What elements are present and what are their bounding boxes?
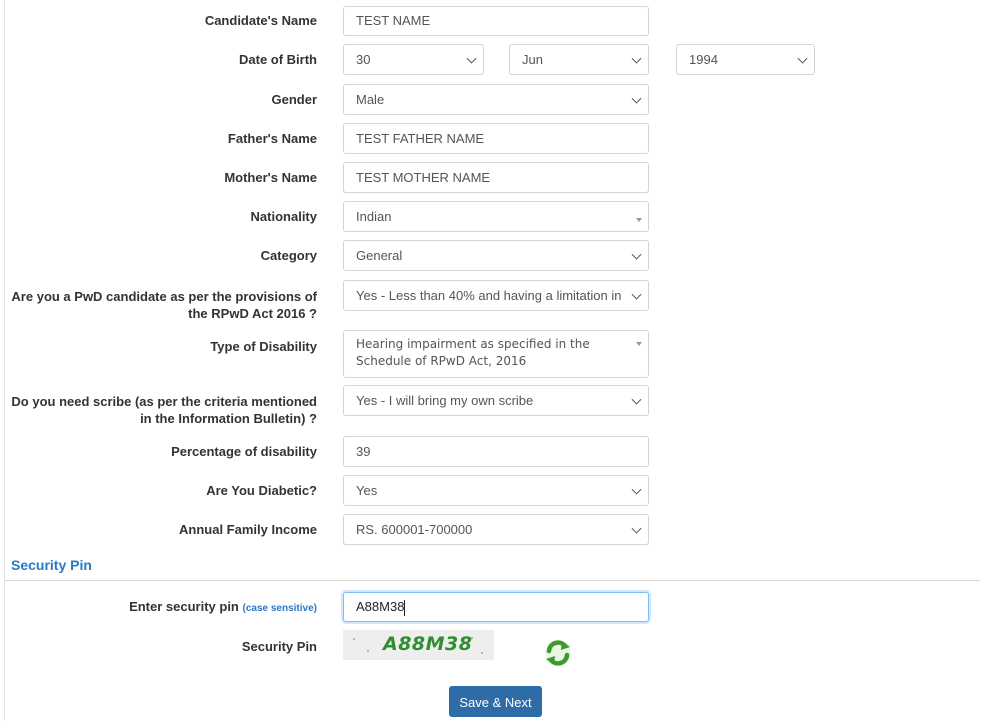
- gender-value: Male: [356, 92, 385, 107]
- income-value: RS. 600001-700000: [356, 522, 473, 537]
- captcha-noise: [353, 638, 355, 640]
- disability-percentage-value: 39: [356, 444, 371, 459]
- income-label: Annual Family Income: [179, 522, 317, 537]
- security-input-label-text: Enter security pin: [129, 599, 239, 614]
- row-scribe: Do you need scribe (as per the criteria …: [0, 385, 983, 427]
- chevron-down-icon: [631, 523, 642, 534]
- row-category: Category General: [0, 240, 983, 271]
- row-father-name: Father's Name TEST FATHER NAME: [0, 123, 983, 154]
- chevron-down-icon: [631, 289, 642, 300]
- nationality-select[interactable]: Indian: [343, 201, 649, 232]
- chevron-down-icon: [631, 249, 642, 260]
- security-pin-value: A88M38: [356, 599, 405, 614]
- scribe-value: Yes - I will bring my own scribe: [356, 393, 534, 408]
- row-security-input: Enter security pin (case sensitive) A88M…: [0, 592, 983, 622]
- mother-name-label: Mother's Name: [224, 170, 317, 185]
- save-next-button[interactable]: Save & Next: [449, 686, 542, 717]
- row-diabetic: Are You Diabetic? Yes: [0, 475, 983, 506]
- chevron-down-icon: [631, 394, 642, 405]
- row-disability-percentage: Percentage of disability 39: [0, 436, 983, 467]
- row-disability-type: Type of Disability Hearing impairment as…: [0, 330, 983, 378]
- father-name-input[interactable]: TEST FATHER NAME: [343, 123, 649, 154]
- mother-name-input[interactable]: TEST MOTHER NAME: [343, 162, 649, 193]
- row-income: Annual Family Income RS. 600001-700000: [0, 514, 983, 545]
- nationality-value: Indian: [356, 209, 392, 224]
- scribe-select[interactable]: Yes - I will bring my own scribe: [343, 385, 649, 416]
- row-pwd: Are you a PwD candidate as per the provi…: [0, 280, 983, 322]
- dob-day-select[interactable]: 30: [343, 44, 484, 75]
- nationality-label: Nationality: [250, 209, 317, 224]
- father-name-value: TEST FATHER NAME: [356, 131, 485, 146]
- row-nationality: Nationality Indian: [0, 201, 983, 232]
- security-section-title: Security Pin: [11, 557, 92, 573]
- category-label: Category: [260, 248, 317, 263]
- candidate-name-value: TEST NAME: [356, 13, 431, 28]
- captcha-noise: [481, 652, 483, 654]
- diabetic-label: Are You Diabetic?: [206, 483, 317, 498]
- candidate-name-input[interactable]: TEST NAME: [343, 6, 649, 36]
- category-select[interactable]: General: [343, 240, 649, 271]
- pwd-label-line2: the RPwD Act 2016 ?: [188, 306, 317, 321]
- gender-select[interactable]: Male: [343, 84, 649, 115]
- chevron-down-icon: [631, 484, 642, 495]
- refresh-icon[interactable]: [543, 638, 573, 668]
- captcha-image: A88M38: [343, 630, 494, 660]
- caret-down-icon: [636, 342, 642, 346]
- security-pin-input[interactable]: A88M38: [343, 592, 649, 622]
- dob-month-select[interactable]: Jun: [509, 44, 649, 75]
- chevron-down-icon: [466, 53, 477, 64]
- security-pin-label: Security Pin: [241, 639, 317, 654]
- income-select[interactable]: RS. 600001-700000: [343, 514, 649, 545]
- captcha-noise: [367, 650, 369, 652]
- case-sensitive-hint: (case sensitive): [242, 603, 318, 614]
- disability-type-value-line1: Hearing impairment as specified in the: [356, 337, 590, 351]
- row-mother-name: Mother's Name TEST MOTHER NAME: [0, 162, 983, 193]
- dob-label: Date of Birth: [239, 52, 317, 67]
- disability-percentage-input[interactable]: 39: [343, 436, 649, 467]
- disability-percentage-label: Percentage of disability: [171, 444, 317, 459]
- disability-type-label: Type of Disability: [210, 339, 317, 354]
- text-cursor: [404, 599, 406, 616]
- pwd-label-line1: Are you a PwD candidate as per the provi…: [11, 289, 317, 304]
- captcha-text: A88M38: [383, 633, 473, 655]
- chevron-down-icon: [797, 53, 808, 64]
- scribe-label-line1: Do you need scribe (as per the criteria …: [11, 394, 317, 409]
- disability-type-value-line2: Schedule of RPwD Act, 2016: [356, 354, 527, 368]
- dob-year-value: 1994: [689, 52, 718, 67]
- pwd-select[interactable]: Yes - Less than 40% and having a limitat…: [343, 280, 649, 311]
- scribe-label-line2: in the Information Bulletin) ?: [140, 411, 317, 426]
- dob-day-value: 30: [356, 52, 371, 67]
- pwd-value: Yes - Less than 40% and having a limitat…: [356, 288, 622, 303]
- pwd-label: Are you a PwD candidate as per the provi…: [11, 288, 317, 322]
- chevron-down-icon: [631, 93, 642, 104]
- candidate-name-label: Candidate's Name: [204, 13, 317, 28]
- category-value: General: [356, 248, 403, 263]
- chevron-down-icon: [631, 53, 642, 64]
- dob-year-select[interactable]: 1994: [676, 44, 815, 75]
- security-input-label: Enter security pin (case sensitive): [129, 598, 317, 617]
- diabetic-value: Yes: [356, 483, 378, 498]
- row-gender: Gender Male: [0, 84, 983, 115]
- section-divider: [5, 580, 980, 581]
- dob-month-value: Jun: [522, 52, 543, 67]
- row-candidate-name: Candidate's Name TEST NAME: [0, 6, 983, 36]
- diabetic-select[interactable]: Yes: [343, 475, 649, 506]
- disability-type-select[interactable]: Hearing impairment as specified in the S…: [343, 330, 649, 378]
- father-name-label: Father's Name: [227, 131, 317, 146]
- gender-label: Gender: [271, 92, 317, 107]
- caret-down-icon: [636, 217, 642, 222]
- row-date-of-birth: Date of Birth 30 Jun 1994: [0, 44, 983, 75]
- mother-name-value: TEST MOTHER NAME: [356, 170, 491, 185]
- scribe-label: Do you need scribe (as per the criteria …: [11, 393, 317, 427]
